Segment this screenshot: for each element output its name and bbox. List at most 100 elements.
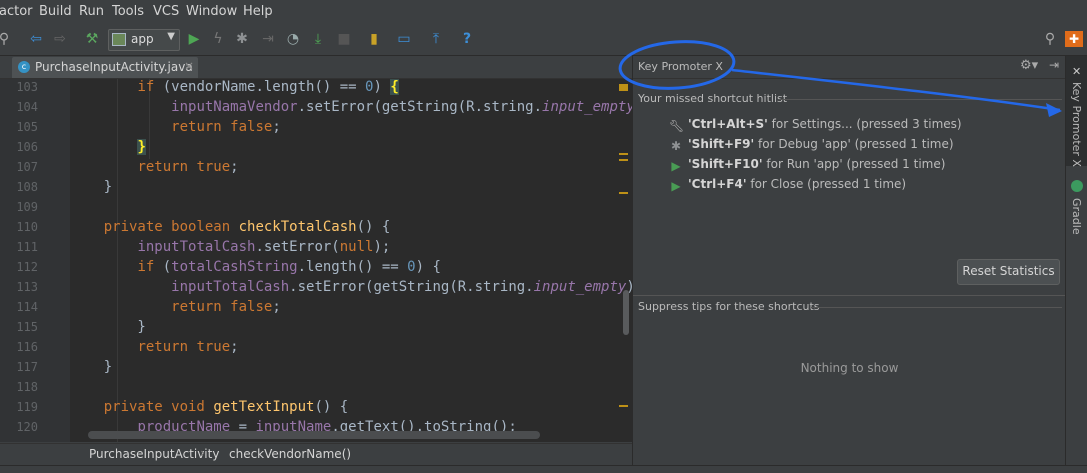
run-config-icon bbox=[112, 33, 126, 46]
code-line: } bbox=[70, 319, 146, 335]
gear-icon[interactable]: ⚙▾ bbox=[1020, 58, 1038, 73]
code-editor[interactable]: if (vendorName.length() == 0) { inputNam… bbox=[70, 79, 632, 442]
warning-marker[interactable] bbox=[619, 159, 628, 161]
code-line: return true; bbox=[137, 339, 239, 355]
hitlist-item: ▶ 'Shift+F10' for Run 'app' (pressed 1 ti… bbox=[669, 157, 945, 175]
breadcrumb-separator: › bbox=[200, 446, 205, 460]
code-line: if (totalCashString.length() == 0) { bbox=[137, 259, 441, 275]
empty-state-text: Nothing to show bbox=[800, 361, 899, 375]
warning-marker[interactable] bbox=[619, 84, 628, 91]
panel-title: Key Promoter X bbox=[638, 60, 723, 73]
tab-key-promoter-x[interactable]: ✕ Key Promoter X bbox=[1066, 56, 1087, 167]
run-config-label: app bbox=[131, 32, 154, 46]
menu-refactor[interactable]: actor bbox=[0, 4, 33, 19]
code-line: } bbox=[70, 179, 113, 195]
horizontal-scrollbar[interactable] bbox=[88, 431, 540, 439]
code-line: inputNamaVendor.setError(getString(R.str… bbox=[171, 99, 632, 115]
main-toolbar: ⚲ ⇦ ⇨ ⚒ app ▼ ▶ ϟ ✱ ⇥ ◔ ⤓ ■ ▮ ▭ ⤒ ? ⚲ ✚ bbox=[0, 25, 1087, 56]
menu-window[interactable]: Window bbox=[186, 4, 237, 19]
debug-icon[interactable]: ✱ bbox=[234, 31, 250, 47]
line-number: 116 bbox=[16, 340, 38, 354]
wrench-icon: 🔧︎ bbox=[669, 119, 685, 133]
line-number: 107 bbox=[16, 160, 38, 174]
help-icon[interactable]: ? bbox=[459, 31, 475, 47]
code-line: inputTotalCash.setError(getString(R.stri… bbox=[171, 279, 632, 295]
line-number: 104 bbox=[16, 100, 38, 114]
make-project-icon[interactable]: ⚒ bbox=[84, 31, 100, 47]
divider bbox=[811, 307, 1062, 308]
divider bbox=[633, 295, 1066, 296]
menu-tools[interactable]: Tools bbox=[112, 4, 144, 19]
plugin-icon[interactable]: ✚ bbox=[1065, 31, 1083, 47]
run-config-dropdown[interactable]: app ▼ bbox=[108, 29, 180, 51]
line-number: 119 bbox=[16, 400, 38, 414]
apply-changes-icon[interactable]: ϟ bbox=[210, 31, 226, 47]
key-promoter-tab-label: Key Promoter X bbox=[1070, 82, 1083, 167]
line-number: 114 bbox=[16, 300, 38, 314]
sync-icon[interactable]: ⤓ bbox=[310, 31, 326, 47]
code-line: private boolean checkTotalCash() { bbox=[103, 219, 391, 235]
run-icon[interactable]: ▶ bbox=[186, 31, 202, 47]
profile-icon[interactable]: ◔ bbox=[285, 31, 301, 47]
sdk-manager-icon[interactable]: ▮ bbox=[366, 31, 382, 47]
sync-gradle-icon[interactable]: ⤒ bbox=[428, 31, 444, 47]
hitlist-title: Your missed shortcut hitlist bbox=[638, 92, 788, 105]
java-class-icon: c bbox=[18, 61, 30, 73]
right-tool-strip: ✕ Key Promoter X Gradle bbox=[1065, 56, 1087, 465]
gradle-icon bbox=[1071, 180, 1083, 192]
key-promoter-panel: Key Promoter X ⚙▾ ⇥ Your missed shortcut… bbox=[632, 56, 1066, 465]
hitlist-item: ✱ 'Shift+F9' for Debug 'app' (pressed 1 t… bbox=[670, 137, 954, 153]
search-everywhere-icon[interactable]: ⚲ bbox=[0, 31, 12, 47]
line-number: 113 bbox=[16, 280, 38, 294]
line-number: 106 bbox=[16, 140, 38, 154]
line-number: 112 bbox=[16, 260, 38, 274]
menu-run[interactable]: Run bbox=[79, 4, 104, 19]
hide-panel-icon[interactable]: ⇥ bbox=[1049, 58, 1059, 72]
editor-gutter: 103 104 105 106 107 108 109 110 111 112 … bbox=[0, 79, 82, 442]
code-line: if (vendorName.length() == 0) { bbox=[137, 79, 399, 95]
attach-debugger-icon[interactable]: ⇥ bbox=[260, 31, 276, 47]
line-number: 110 bbox=[16, 220, 38, 234]
panel-header: Key Promoter X ⚙▾ ⇥ bbox=[633, 56, 1066, 79]
back-icon[interactable]: ⇦ bbox=[28, 31, 44, 47]
reset-statistics-button[interactable]: Reset Statistics bbox=[957, 259, 1060, 285]
line-number: 111 bbox=[16, 240, 38, 254]
vertical-scrollbar[interactable] bbox=[623, 290, 629, 335]
close-icon[interactable]: × bbox=[184, 59, 194, 73]
line-number: 118 bbox=[16, 380, 38, 394]
tab-gradle[interactable]: Gradle bbox=[1066, 178, 1087, 248]
avd-manager-icon[interactable]: ▭ bbox=[396, 31, 412, 47]
warning-marker[interactable] bbox=[619, 405, 628, 407]
tab-label: PurchaseInputActivity.java bbox=[35, 60, 193, 74]
code-line: inputTotalCash.setError(null); bbox=[137, 239, 391, 255]
forward-icon[interactable]: ⇨ bbox=[52, 31, 68, 47]
breadcrumb-method[interactable]: checkVendorName() bbox=[229, 447, 351, 461]
line-number: 117 bbox=[16, 360, 38, 374]
code-line: } bbox=[137, 139, 146, 155]
tab-purchase-input-activity[interactable]: c PurchaseInputActivity.java × bbox=[12, 57, 198, 78]
code-line: private void getTextInput() { bbox=[103, 399, 349, 415]
line-number: 109 bbox=[16, 200, 38, 214]
menu-vcs[interactable]: VCS bbox=[153, 4, 179, 19]
line-number: 108 bbox=[16, 180, 38, 194]
code-line: return true; bbox=[137, 159, 239, 175]
menu-help[interactable]: Help bbox=[243, 4, 273, 19]
hitlist-item: 🔧︎ 'Ctrl+Alt+S' for Settings... (pressed … bbox=[669, 117, 962, 133]
warning-marker[interactable] bbox=[619, 192, 628, 194]
menu-build[interactable]: Build bbox=[39, 4, 72, 19]
line-number: 105 bbox=[16, 120, 38, 134]
warning-marker[interactable] bbox=[619, 153, 628, 155]
run-icon: ▶ bbox=[671, 159, 681, 173]
debug-icon: ✱ bbox=[670, 139, 682, 153]
search-icon[interactable]: ⚲ bbox=[1042, 31, 1058, 47]
code-line: } bbox=[70, 359, 113, 375]
editor-tab-bar: c PurchaseInputActivity.java × bbox=[0, 56, 632, 79]
stop-icon[interactable]: ■ bbox=[336, 31, 352, 47]
line-number: 115 bbox=[16, 320, 38, 334]
breadcrumb: PurchaseInputActivity › checkVendorName(… bbox=[0, 443, 632, 466]
chevron-down-icon: ▼ bbox=[167, 31, 175, 42]
divider bbox=[779, 99, 1062, 100]
hitlist-item: ▶ 'Ctrl+F4' for Close (pressed 1 time) bbox=[669, 177, 906, 195]
